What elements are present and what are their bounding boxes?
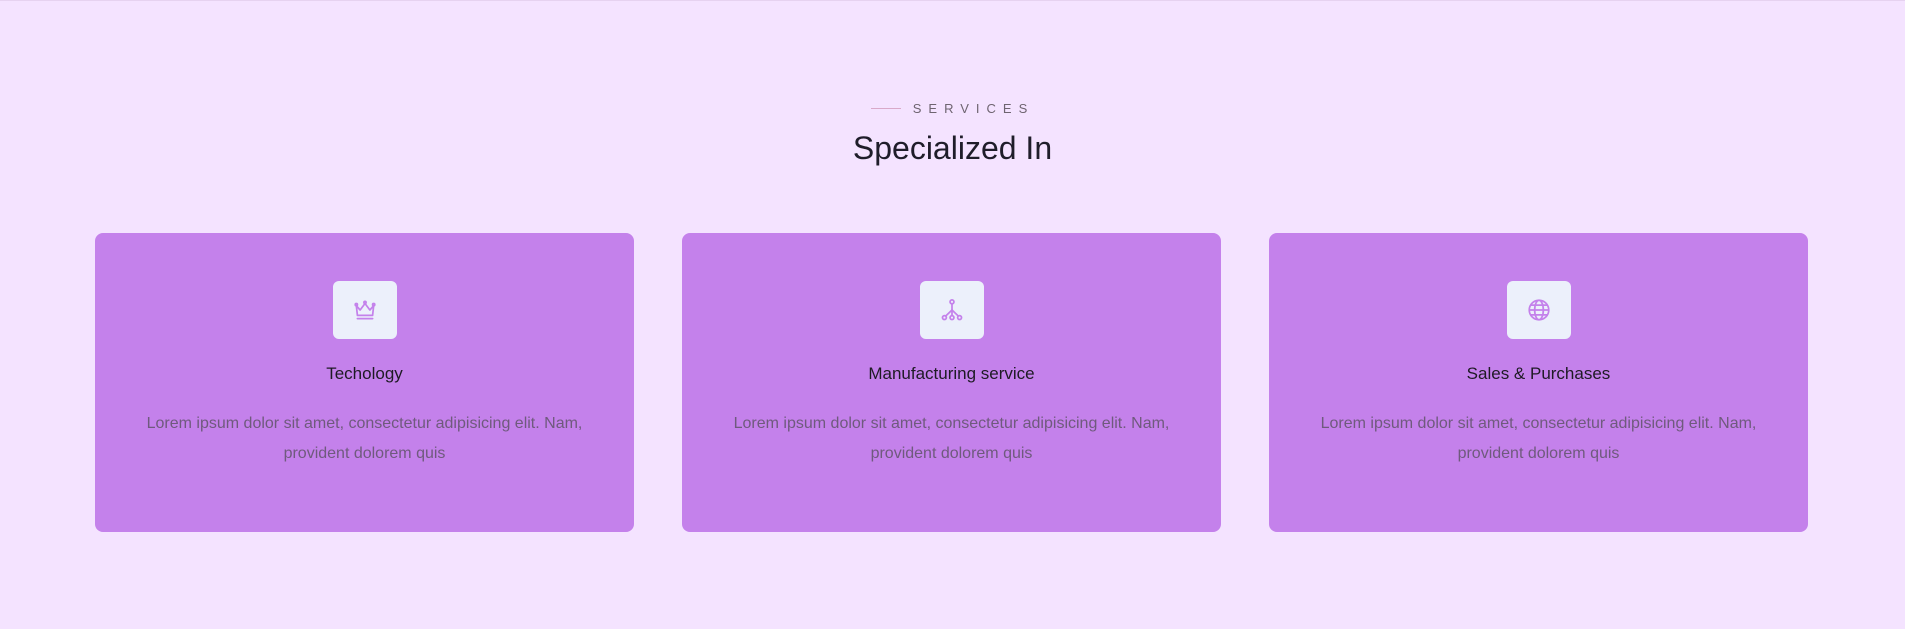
section-title: Specialized In: [852, 130, 1053, 166]
service-card-manufacturing[interactable]: Manufacturing service Lorem ipsum dolor …: [682, 233, 1221, 532]
service-title: Techology: [326, 364, 403, 383]
section-eyebrow: SERVICES: [0, 96, 1905, 116]
service-description: Lorem ipsum dolor sit amet, consectetur …: [146, 415, 583, 462]
services-grid: Techology Lorem ipsum dolor sit amet, co…: [95, 233, 1808, 532]
eyebrow-line: [870, 108, 901, 109]
services-section: SERVICES Specialized In Techology Lorem …: [0, 0, 1905, 629]
service-description: Lorem ipsum dolor sit amet, consectetur …: [1320, 415, 1757, 462]
icon-box: [919, 281, 984, 339]
service-card-sales[interactable]: Sales & Purchases Lorem ipsum dolor sit …: [1269, 233, 1808, 532]
service-card-technology[interactable]: Techology Lorem ipsum dolor sit amet, co…: [95, 233, 634, 532]
icon-box: [332, 281, 397, 339]
eyebrow-label: SERVICES: [912, 101, 1035, 116]
service-title: Sales & Purchases: [1466, 364, 1611, 383]
network-icon: [941, 299, 962, 321]
globe-icon: [1527, 299, 1550, 321]
service-description: Lorem ipsum dolor sit amet, consectetur …: [733, 415, 1170, 462]
crown-icon: [353, 300, 376, 320]
service-title: Manufacturing service: [868, 364, 1035, 383]
icon-box: [1506, 281, 1571, 339]
